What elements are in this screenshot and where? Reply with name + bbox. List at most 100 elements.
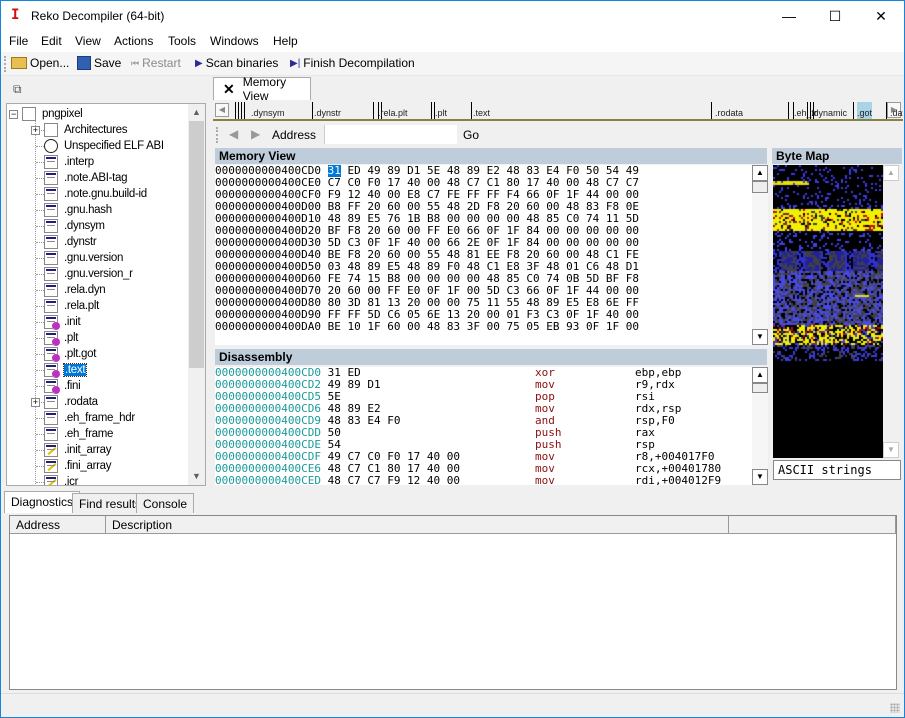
memory-byte[interactable]: 93 (566, 320, 579, 333)
memory-byte[interactable]: EB (546, 320, 559, 333)
menu-actions[interactable]: Actions (114, 34, 153, 48)
memory-byte[interactable]: 48 (427, 320, 440, 333)
expand-icon[interactable]: + (31, 398, 40, 407)
memory-byte[interactable]: BE (328, 320, 341, 333)
tree-node[interactable]: Architectures (44, 122, 128, 138)
tab-console[interactable]: Console (136, 493, 195, 513)
resize-grip-icon[interactable] (890, 703, 900, 713)
tree-scroll-thumb[interactable] (189, 121, 204, 368)
scroll-down-icon[interactable]: ▼ (752, 329, 768, 345)
segment-scroll-left-icon[interactable]: ◀ (215, 103, 229, 117)
collapse-icon[interactable]: − (9, 109, 18, 119)
scroll-up-icon[interactable]: ▲ (752, 367, 768, 383)
byte-map-scrollbar[interactable]: ▲ ▼ (883, 165, 899, 458)
byte-map[interactable] (773, 165, 883, 458)
tree-node[interactable]: .dynsym (44, 218, 105, 234)
menu-file[interactable]: File (9, 34, 28, 48)
menu-view[interactable]: View (75, 34, 101, 48)
tree-node[interactable]: .note.ABI-tag (44, 170, 128, 186)
memory-byte[interactable]: 05 (526, 320, 539, 333)
scan-binaries-button[interactable]: ▶ Scan binaries (195, 56, 278, 70)
column-header-description[interactable]: Description (106, 516, 729, 534)
open-button[interactable]: Open... (11, 56, 69, 70)
disassembly-row[interactable]: 0000000000400CED 48 C7 C7 F9 12 40 00 mov… (215, 475, 752, 486)
tree-node[interactable]: .init_array (44, 442, 112, 458)
finish-decompilation-button[interactable]: ▶| Finish Decompilation (290, 56, 415, 70)
segment-rodata[interactable]: .rodata (715, 108, 743, 118)
menu-tools[interactable]: Tools (168, 34, 196, 48)
memory-byte[interactable]: 83 (447, 320, 460, 333)
expand-icon[interactable]: + (31, 126, 40, 135)
segment-dynsym[interactable]: .dynsym (251, 108, 285, 118)
close-tab-icon[interactable]: ✕ (223, 81, 235, 98)
tree-node[interactable]: .text (44, 362, 88, 378)
tree-node[interactable]: .rela.plt (44, 298, 99, 314)
tree-node[interactable]: .eh_frame_hdr (44, 410, 135, 426)
scroll-up-icon[interactable]: ▲ (752, 165, 768, 181)
disassembly-view[interactable]: 0000000000400CD0 31 ED xor ebp,ebp 00000000… (215, 367, 752, 485)
tree-node-root[interactable]: − pngpixel (9, 106, 83, 122)
scroll-down-icon[interactable]: ▼ (883, 442, 899, 458)
menu-windows[interactable]: Windows (210, 34, 259, 48)
segment-dynstr[interactable]: .dynstr (314, 108, 341, 118)
tree-node[interactable]: .plt.got (44, 346, 96, 362)
segment-plt[interactable]: .plt (435, 108, 447, 118)
disassembly-scroll-thumb[interactable] (752, 383, 768, 393)
segment-got[interactable]: .got (857, 102, 873, 119)
toolbar-grip[interactable] (4, 56, 6, 72)
back-arrow-icon[interactable]: ◀ (229, 127, 238, 141)
tree-node[interactable]: .gnu.version_r (44, 266, 133, 282)
byte-map-mode-select[interactable]: ASCII strings (773, 460, 901, 480)
address-bar-grip[interactable] (216, 127, 218, 143)
memory-byte[interactable]: 60 (387, 320, 400, 333)
tree-node[interactable]: .fini_array (44, 458, 112, 474)
tree-node[interactable]: .gnu.hash (44, 202, 112, 218)
minimize-button[interactable]: — (766, 1, 812, 31)
scroll-down-icon[interactable]: ▼ (752, 469, 768, 485)
tab-memory-view[interactable]: ✕ Memory View (213, 75, 311, 103)
memory-view[interactable]: 0000000000400CD0 31 ED 49 89 D1 5E 48 89… (215, 165, 752, 345)
tree-node[interactable]: .note.gnu.build-id (44, 186, 147, 202)
tree-node[interactable]: .init (44, 314, 81, 330)
tree-node[interactable]: .rodata (44, 394, 98, 410)
segment-relaplt[interactable]: .rela.plt (378, 108, 408, 118)
address-input[interactable] (324, 125, 457, 144)
tree-node[interactable]: .jcr (44, 474, 78, 485)
tree-scrollbar[interactable]: ▲ ▼ (188, 104, 205, 485)
disassembly-scrollbar[interactable]: ▲ ▼ (752, 367, 768, 485)
memory-byte[interactable]: 10 (347, 320, 360, 333)
memory-byte[interactable]: 00 (407, 320, 420, 333)
go-button[interactable]: Go (463, 128, 479, 142)
tree-node[interactable]: .fini (44, 378, 81, 394)
scroll-up-icon[interactable]: ▲ (883, 165, 899, 181)
memory-byte[interactable]: 1F (606, 320, 619, 333)
memory-byte[interactable]: 00 (626, 320, 639, 333)
tree-node[interactable]: Unspecified ELF ABI (44, 138, 164, 154)
tree-node[interactable]: .dynstr (44, 234, 97, 250)
tab-diagnostics[interactable]: Diagnostics (4, 491, 81, 513)
tree-node[interactable]: .rela.dyn (44, 282, 106, 298)
memory-byte[interactable]: 0F (586, 320, 599, 333)
scroll-down-icon[interactable]: ▼ (188, 468, 205, 485)
restart-button[interactable]: ⏮ Restart (131, 56, 181, 70)
memory-view-scrollbar[interactable]: ▲ ▼ (752, 165, 768, 345)
tree-node[interactable]: .interp (44, 154, 94, 170)
segment-bar[interactable]: ◀ ▶ .dynsym .dynstr .rela.plt .plt .text .rod… (213, 100, 903, 121)
close-button[interactable]: ✕ (858, 1, 904, 31)
tree-node[interactable]: .gnu.version (44, 250, 123, 266)
column-header-address[interactable]: Address (10, 516, 106, 534)
save-button[interactable]: Save (77, 56, 121, 70)
menu-help[interactable]: Help (273, 34, 298, 48)
memory-byte[interactable]: 3F (467, 320, 480, 333)
tree-node[interactable]: .eh_frame (44, 426, 113, 442)
memory-byte[interactable]: 1F (367, 320, 380, 333)
project-tree[interactable]: ▲ ▼ − pngpixel + Architectures Unspecified E… (6, 103, 206, 486)
segment-data[interactable]: .data (890, 108, 903, 118)
tree-node[interactable]: .plt (44, 330, 78, 346)
forward-arrow-icon[interactable]: ▶ (251, 127, 260, 141)
scroll-up-icon[interactable]: ▲ (188, 104, 205, 121)
memory-row[interactable]: 0000000000400DA0 BE 10 1F 60 00 48 83 3F… (215, 321, 752, 333)
memory-scroll-thumb[interactable] (752, 181, 768, 193)
restore-window-icon[interactable]: ⧉ (13, 82, 22, 97)
menu-edit[interactable]: Edit (41, 34, 62, 48)
